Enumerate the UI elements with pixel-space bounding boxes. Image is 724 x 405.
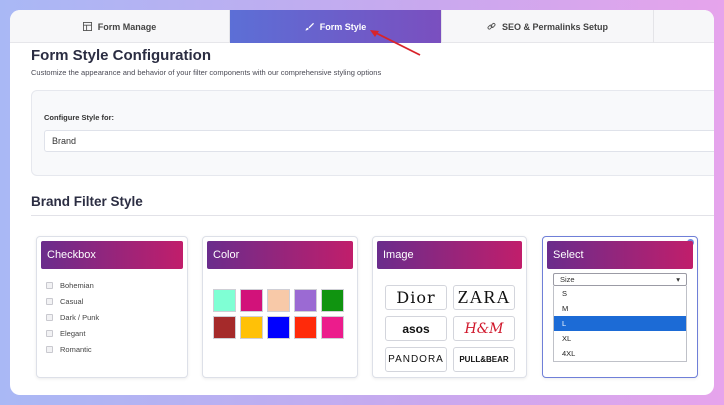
tab-label: Form Manage [97, 21, 157, 32]
checkbox-item[interactable]: Casual [46, 293, 99, 309]
checkbox[interactable] [46, 297, 53, 305]
select-style-card[interactable]: Select Size ▾ S M L XL 4XL [542, 236, 698, 378]
color-swatch[interactable] [240, 316, 263, 339]
tab-seo-permalinks[interactable]: SEO & Permalinks Setup [442, 10, 654, 43]
dropdown-option[interactable]: XL [554, 331, 686, 346]
brand-logo-pandora[interactable]: PANDORA [385, 347, 447, 372]
brush-icon [305, 22, 314, 31]
image-style-card[interactable]: Image Dior ZARA asos H&M PANDORA PULL&BE… [372, 236, 527, 378]
dropdown-header[interactable]: Size ▾ [553, 273, 687, 286]
checkbox[interactable] [46, 281, 53, 289]
checkbox-label: Elegant [60, 328, 86, 338]
section-title: Brand Filter Style [31, 194, 143, 209]
brand-logo-asos[interactable]: asos [385, 316, 447, 341]
checkbox-item[interactable]: Dark / Punk [46, 309, 99, 325]
tab-form-manage[interactable]: Form Manage [10, 10, 230, 43]
checkbox-item[interactable]: Elegant [46, 325, 99, 341]
app-frame: Form Manage Form Style SEO & Permalinks … [10, 10, 714, 395]
dropdown-option-selected[interactable]: L [554, 316, 686, 331]
tab-label: Form Style [319, 21, 367, 32]
dropdown-options: S M L XL 4XL [553, 286, 687, 362]
brand-logo-zara[interactable]: ZARA [453, 285, 515, 310]
table-icon [82, 22, 92, 31]
checkbox-item[interactable]: Bohemian [46, 277, 99, 293]
color-swatch[interactable] [240, 289, 263, 312]
tab-label: SEO & Permalinks Setup [501, 21, 609, 32]
color-swatch[interactable] [294, 316, 317, 339]
config-label: Configure Style for: [44, 113, 115, 122]
checkbox-list: Bohemian Casual Dark / Punk Elegant Roma… [46, 277, 99, 357]
brand-logo-hm[interactable]: H&M [453, 316, 515, 341]
checkbox[interactable] [46, 345, 53, 353]
page-subtitle: Customize the appearance and behavior of… [31, 68, 382, 77]
card-title: Checkbox [41, 241, 183, 269]
chevron-down-icon: ▾ [676, 275, 680, 284]
color-swatch[interactable] [267, 316, 290, 339]
dropdown-option[interactable]: S [554, 286, 686, 301]
color-swatch[interactable] [294, 289, 317, 312]
config-card: Configure Style for: Brand [31, 90, 714, 176]
brand-logo-pullbear[interactable]: PULL&BEAR [453, 347, 515, 372]
tab-bar: Form Manage Form Style SEO & Permalinks … [10, 10, 714, 43]
card-title: Select [547, 241, 693, 269]
color-swatch[interactable] [321, 316, 344, 339]
annotation-arrow [370, 30, 421, 56]
checkbox[interactable] [46, 329, 53, 337]
dropdown-option[interactable]: 4XL [554, 346, 686, 361]
link-icon [487, 22, 496, 30]
checkbox[interactable] [46, 313, 53, 321]
color-style-card[interactable]: Color [202, 236, 358, 378]
card-title: Color [207, 241, 353, 269]
checkbox-label: Casual [60, 296, 84, 306]
color-swatch[interactable] [213, 316, 236, 339]
config-select[interactable]: Brand [44, 130, 714, 152]
color-swatch[interactable] [213, 289, 236, 312]
checkbox-label: Romantic [60, 344, 92, 354]
size-dropdown[interactable]: Size ▾ S M L XL 4XL [553, 273, 687, 362]
checkbox-label: Dark / Punk [60, 312, 100, 322]
card-title: Image [377, 241, 522, 269]
checkbox-label: Bohemian [60, 280, 94, 290]
dropdown-placeholder: Size [560, 275, 575, 284]
tab-empty [654, 10, 714, 43]
dropdown-option[interactable]: M [554, 301, 686, 316]
section-divider [31, 215, 714, 216]
color-swatch[interactable] [321, 289, 344, 312]
checkbox-style-card[interactable]: Checkbox Bohemian Casual Dark / Punk Ele… [36, 236, 188, 378]
page-title: Form Style Configuration [31, 47, 211, 64]
brand-logo-grid: Dior ZARA asos H&M PANDORA PULL&BEAR [385, 285, 515, 372]
brand-logo-dior[interactable]: Dior [385, 285, 447, 310]
color-swatch[interactable] [267, 289, 290, 312]
checkbox-item[interactable]: Romantic [46, 341, 99, 357]
color-swatch-grid [213, 289, 344, 339]
